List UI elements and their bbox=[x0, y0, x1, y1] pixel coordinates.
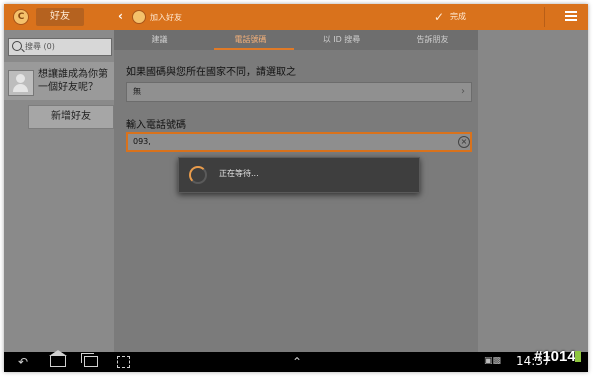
back-icon[interactable]: ↶ bbox=[18, 354, 28, 370]
done-label: 完成 bbox=[450, 12, 466, 21]
phone-number-label: 輸入電話號碼 bbox=[126, 120, 186, 131]
app-logo-icon[interactable]: C bbox=[13, 9, 29, 25]
search-input[interactable]: 搜尋 (0) bbox=[8, 38, 112, 56]
tab-friends[interactable]: 好友 bbox=[36, 8, 84, 26]
clear-icon[interactable]: × bbox=[458, 136, 470, 148]
back-chevron-icon[interactable]: ‹ bbox=[118, 10, 123, 22]
search-placeholder: 搜尋 (0) bbox=[25, 42, 55, 51]
avatar-icon bbox=[8, 70, 34, 96]
tab-bar: 建議 電話號碼 以 ID 搜尋 告訴朋友 bbox=[114, 30, 478, 50]
chevron-right-icon: › bbox=[461, 86, 465, 97]
add-friend-button[interactable]: 新增好友 bbox=[28, 105, 114, 129]
progress-message: 正在等待... bbox=[219, 169, 259, 178]
suggestion-text: 想讓誰成為你第一個好友呢？ bbox=[38, 69, 108, 93]
system-nav-bar: ↶ ⌃ ▣▩ 14:37 bbox=[4, 350, 588, 372]
done-button[interactable]: ✓ 完成 bbox=[434, 8, 474, 26]
tab-suggestions[interactable]: 建議 bbox=[114, 30, 205, 50]
check-icon: ✓ bbox=[434, 10, 445, 24]
country-code-label: 如果國碼與您所在國家不同，請選取之 bbox=[126, 67, 296, 78]
spinner-icon bbox=[189, 166, 207, 184]
menu-icon[interactable] bbox=[565, 11, 577, 21]
app-logo-icon bbox=[132, 10, 146, 24]
screen: C 好友 搜尋 (0) 想讓誰成為你第一個好友呢？ 新增好友 ‹ 加入好友 ✓ … bbox=[4, 4, 588, 372]
phone-number-value: 093, bbox=[133, 137, 151, 146]
tab-tell-friends[interactable]: 告訴朋友 bbox=[387, 30, 478, 50]
country-code-value: 無 bbox=[133, 87, 141, 96]
country-code-select[interactable]: 無 › bbox=[126, 82, 472, 102]
status-icons: ▣▩ bbox=[484, 356, 502, 366]
watermark-text: #1014 bbox=[534, 348, 576, 365]
tab-search-by-id[interactable]: 以 ID 搜尋 bbox=[296, 30, 387, 50]
search-icon bbox=[12, 41, 22, 51]
divider bbox=[544, 7, 545, 27]
progress-dialog: 正在等待... bbox=[178, 157, 420, 193]
up-chevron-icon[interactable]: ⌃ bbox=[292, 355, 302, 369]
home-icon[interactable] bbox=[49, 350, 67, 367]
friends-pane bbox=[4, 4, 114, 352]
recent-apps-icon[interactable] bbox=[81, 353, 98, 367]
battery-icon bbox=[575, 351, 581, 362]
page-title: 加入好友 bbox=[150, 13, 182, 22]
right-gutter bbox=[478, 30, 588, 352]
main-top-bar: ‹ 加入好友 ✓ 完成 bbox=[114, 4, 588, 30]
phone-number-input[interactable]: 093, × bbox=[126, 132, 472, 152]
friends-top-bar: C 好友 bbox=[4, 4, 114, 30]
tab-phone-number[interactable]: 電話號碼 bbox=[205, 30, 296, 50]
screenshot-icon[interactable] bbox=[117, 356, 130, 368]
